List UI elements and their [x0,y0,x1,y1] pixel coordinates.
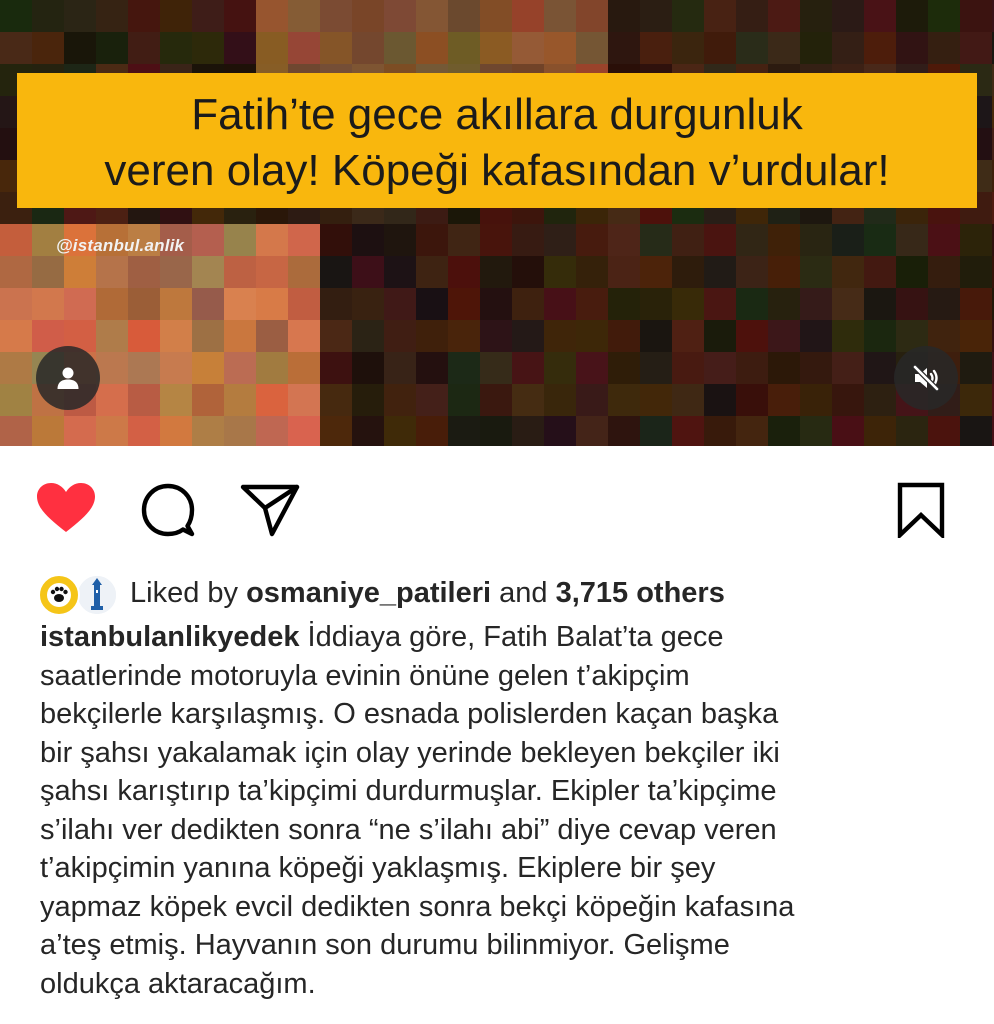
caption-username-link[interactable]: istanbulanlikyedek [40,621,300,653]
post-caption: istanbulanlikyedek İddiaya göre, Fatih B… [40,618,960,1003]
caption-line: t’akipçimin yanına köpeği yaklaşmış. Eki… [40,852,716,884]
paw-logo-icon [41,577,77,613]
caption-line: bir şahsı yakalamak için olay yerinde be… [40,736,780,769]
caption-text: İddiaya göre, Fatih Balat’ta gece [299,621,724,653]
mute-button[interactable] [894,346,958,410]
avatar[interactable] [38,574,80,616]
tagged-users-button[interactable] [36,346,100,410]
likes-count-link[interactable]: 3,715 others [556,577,725,609]
caption-line: istanbulanlikyedek İddiaya göre, Fatih B… [40,618,960,657]
speaker-muted-icon [912,364,940,392]
likes-middle: and [499,576,548,609]
caption-line: şahsı karıştırıp ta’kipçimi durdurmuşlar… [40,775,777,807]
caption-line: saatlerinde motoruyla evinin önüne gelen… [40,659,690,692]
tower-logo-icon [78,576,116,614]
paper-plane-icon[interactable] [240,482,300,538]
heart-filled-icon[interactable] [36,482,96,534]
caption-line: yapmaz köpek evcil dedikten sonra bekçi … [40,890,795,923]
caption-line: a’teş etmiş. Hayvanın son durumu bilinmi… [40,929,730,961]
avatar[interactable] [76,574,118,616]
likes-summary[interactable]: Liked by osmaniye_patileri and 3,715 oth… [38,570,725,616]
bookmark-icon[interactable] [896,482,946,538]
caption-line: bekçilerle karşılaşmış. O esnada polisle… [40,698,779,730]
post-media[interactable]: Fatih’te gece akıllara durgunluk veren o… [0,0,994,446]
post-view: Fatih’te gece akıllara durgunluk veren o… [0,0,994,1024]
pixelated-background-image [0,0,994,446]
likes-text: Liked by osmaniye_patileri and 3,715 oth… [130,577,725,610]
person-icon [57,367,79,389]
watermark-handle: @istanbul.anlik [56,236,185,255]
liker-username-link[interactable]: osmaniye_patileri [246,577,491,609]
headline-line-2: veren olay! Köpeği kafasından v’urdular! [104,146,890,195]
liker-avatars[interactable] [38,570,122,616]
caption-line: s’ilahı ver dedikten sonra “ne s’ilahı a… [40,813,777,846]
likes-prefix: Liked by [130,576,239,609]
headline-banner: Fatih’te gece akıllara durgunluk veren o… [17,73,977,208]
headline-line-1: Fatih’te gece akıllara durgunluk [191,90,803,139]
caption-line: oldukça aktaracağım. [40,967,316,1000]
comment-icon[interactable] [140,482,196,538]
